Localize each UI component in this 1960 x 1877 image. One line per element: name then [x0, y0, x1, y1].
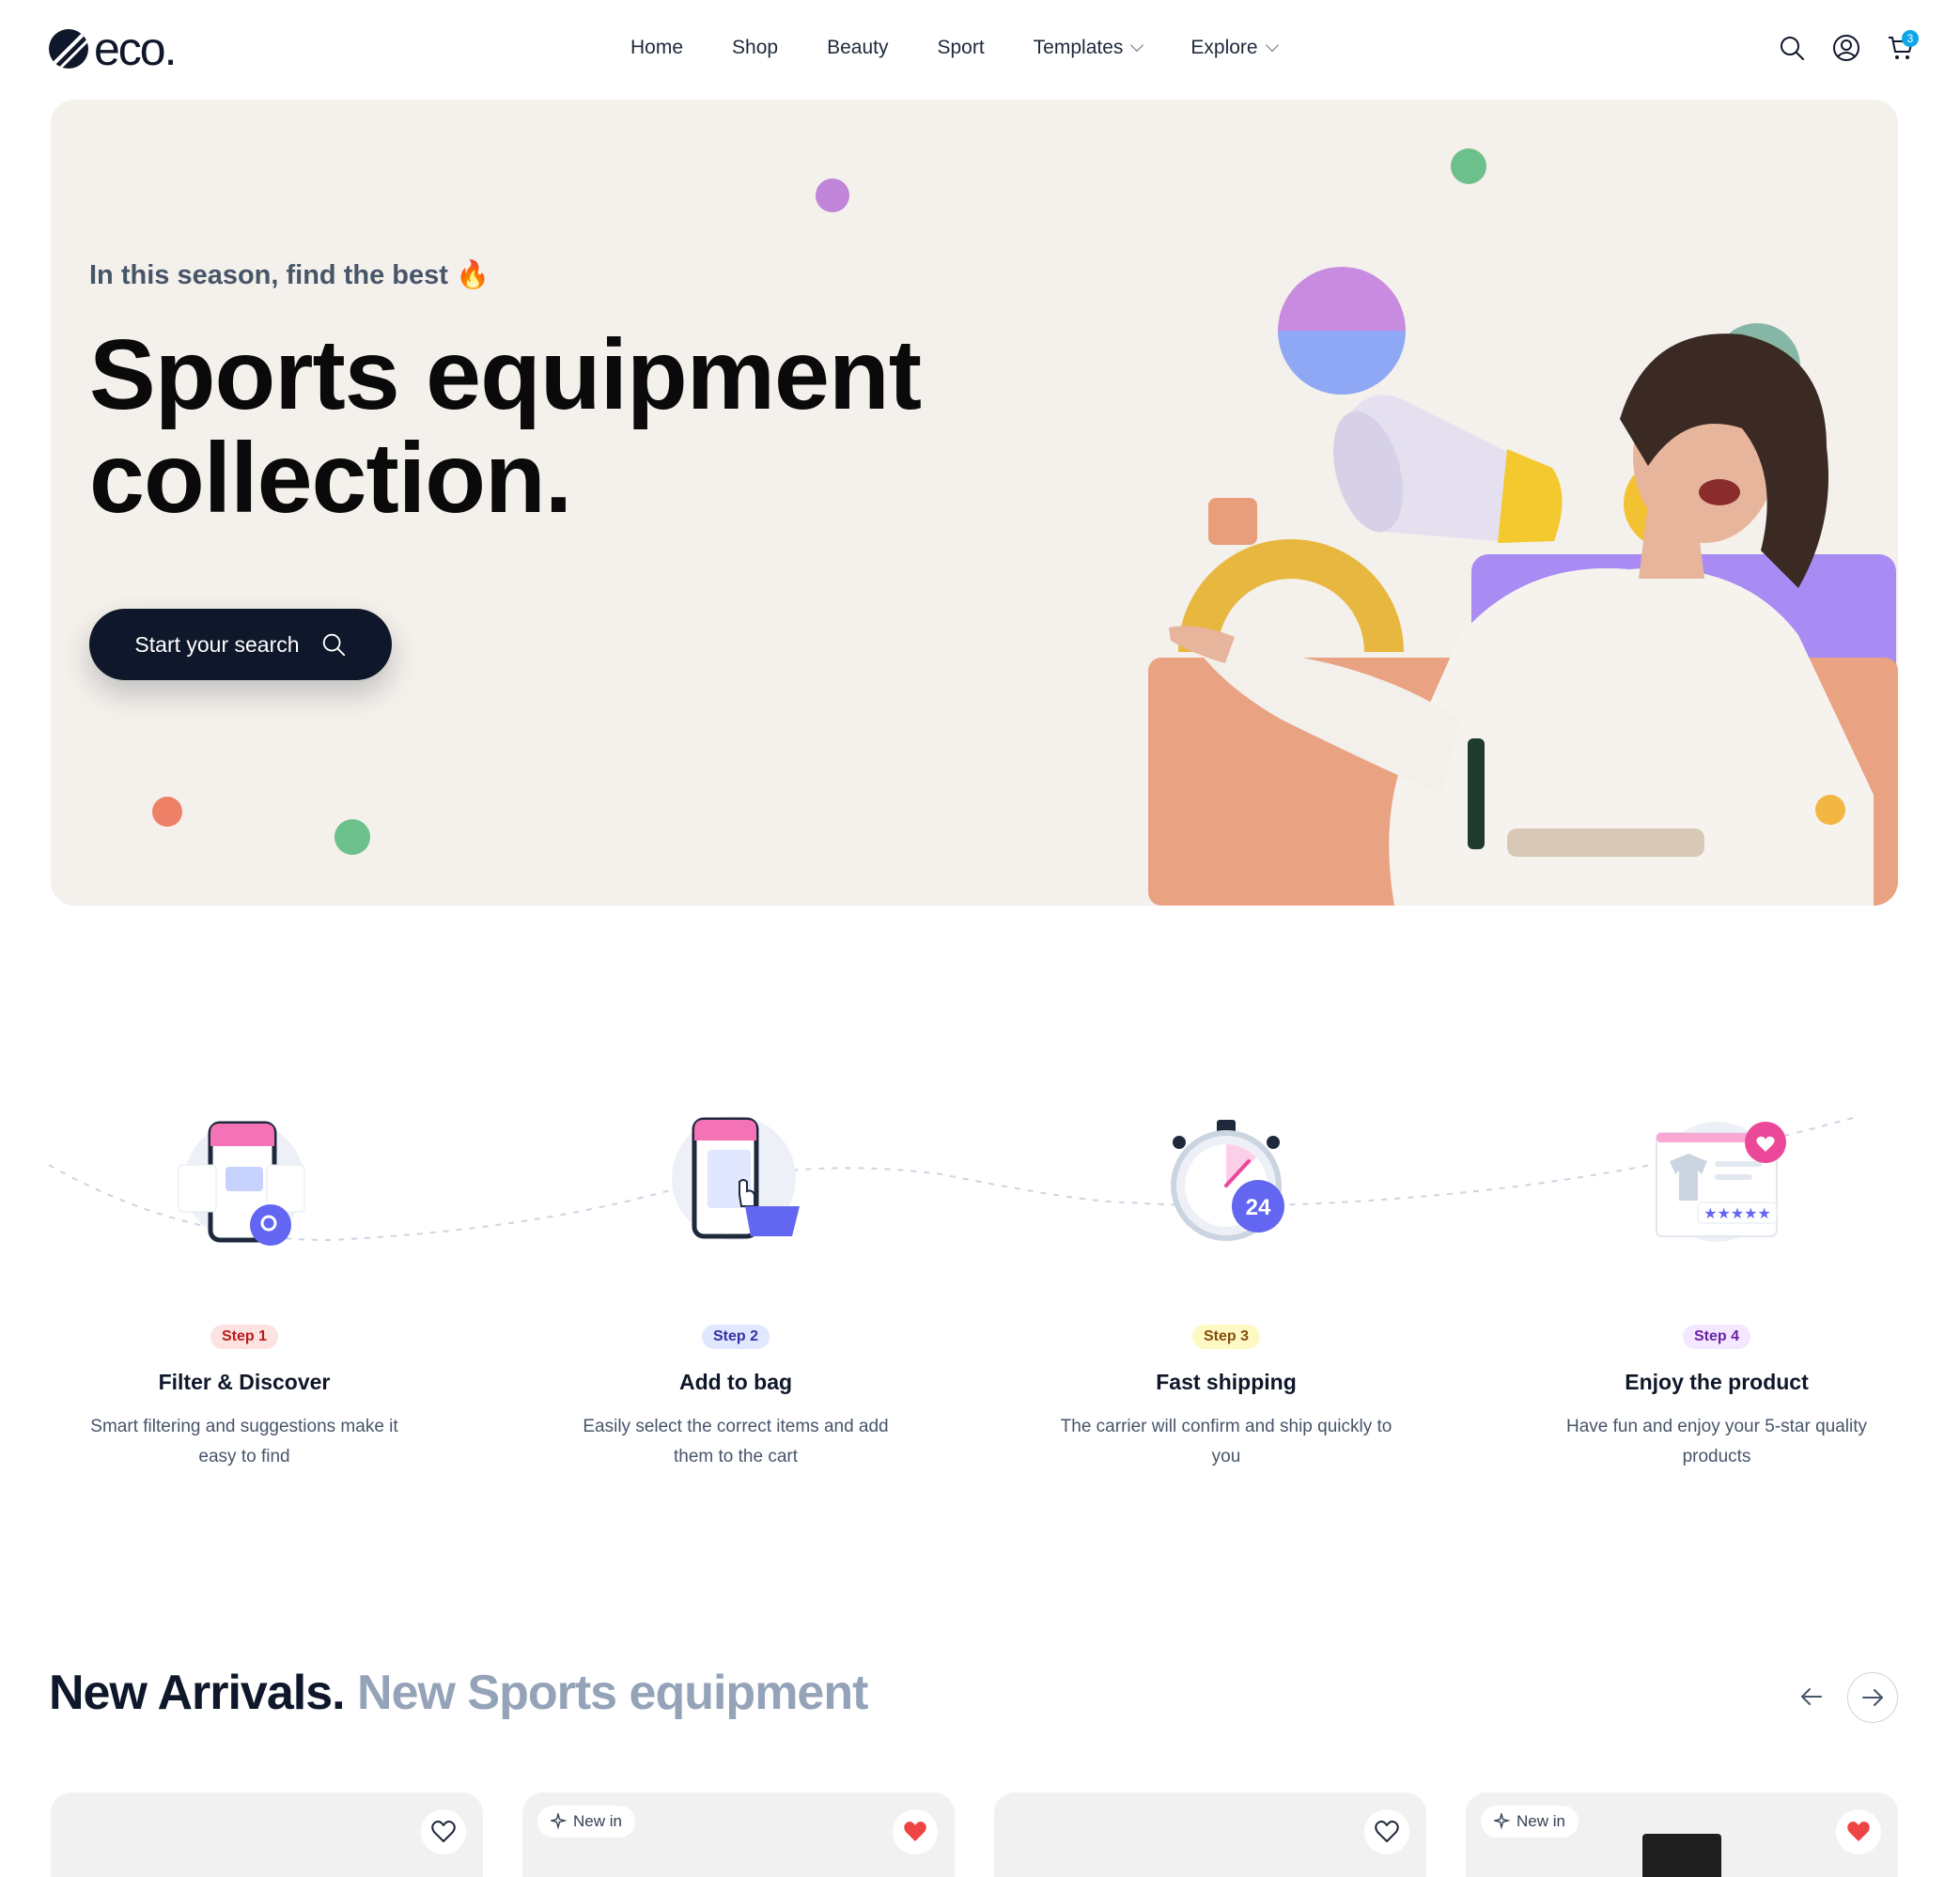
cta-label: Start your search	[134, 631, 300, 657]
decor-dot	[334, 819, 370, 855]
heading-bold: New Arrivals.	[49, 1666, 346, 1720]
hero-title-line: collection.	[89, 423, 572, 534]
step-title: Add to bag	[678, 1370, 793, 1394]
step-badge: Step 3	[1191, 1325, 1260, 1349]
new-in-badge: New in	[537, 1806, 635, 1838]
filter-discover-illustration	[169, 1109, 319, 1259]
main-nav: Home Shop Beauty Sport Templates Explore	[606, 28, 1301, 68]
header-actions: 3	[1772, 28, 1960, 68]
decor-dot	[152, 797, 182, 827]
hero-title-line: Sports equipment	[89, 319, 922, 430]
arrow-left-icon	[1801, 1688, 1822, 1705]
step-description-line: them to the cart	[673, 1447, 798, 1466]
nav-label: Home	[630, 37, 684, 58]
step-card: ★★★★★ Step 4 Enjoy the product Have fun …	[1519, 1099, 1914, 1472]
decor-dot	[1451, 148, 1486, 184]
decor-dot	[816, 178, 849, 212]
cart-button[interactable]: 3	[1881, 28, 1921, 68]
chevron-down-icon	[1130, 38, 1144, 53]
nav-label: Beauty	[827, 37, 889, 58]
hero-title: Sports equipment collection.	[89, 319, 922, 534]
step-description: The carrier will confirm and ship quickl…	[1029, 1412, 1423, 1472]
wishlist-button[interactable]	[421, 1809, 466, 1854]
heart-outline-icon	[431, 1821, 456, 1842]
badge-label: New in	[1517, 1812, 1565, 1830]
wishlist-button[interactable]	[1836, 1809, 1881, 1854]
new-arrivals-heading: New Arrivals. New Sports equipment	[49, 1665, 868, 1721]
nav-label: Shop	[732, 37, 779, 58]
add-to-bag-illustration	[661, 1109, 811, 1259]
step-description-line: easy to find	[198, 1447, 290, 1466]
step-description-line: Have fun and enjoy your 5-star quality	[1565, 1417, 1867, 1436]
step-description-line: Easily select the correct items and add	[583, 1417, 889, 1436]
nav-explore[interactable]: Explore	[1166, 28, 1300, 68]
step-card: Step 1 Filter & Discover Smart filtering…	[47, 1099, 442, 1472]
svg-text:★★★★★: ★★★★★	[1703, 1204, 1771, 1222]
product-card[interactable]	[51, 1792, 483, 1877]
carousel-next-button[interactable]	[1847, 1672, 1898, 1723]
step-description-line: products	[1682, 1447, 1751, 1466]
heart-outline-icon	[1375, 1821, 1399, 1842]
account-icon	[1833, 35, 1859, 61]
step-title: Filter & Discover	[158, 1370, 331, 1394]
nav-templates[interactable]: Templates	[1009, 28, 1167, 68]
hero-subtitle: In this season, find the best 🔥	[89, 260, 490, 290]
step-description-line: The carrier will confirm and ship quickl…	[1060, 1417, 1392, 1436]
hero-illustration	[1148, 267, 1898, 906]
logo-text: eco.	[94, 23, 178, 75]
product-image	[1642, 1834, 1721, 1877]
wishlist-button[interactable]	[893, 1809, 938, 1854]
search-button[interactable]	[1772, 28, 1812, 68]
step-title: Enjoy the product	[1625, 1370, 1809, 1394]
logo[interactable]: eco.	[49, 23, 178, 75]
step-card: 24 Step 3 Fast shipping The carrier will…	[1029, 1099, 1423, 1472]
step-badge: Step 4	[1682, 1325, 1750, 1349]
step-title: Fast shipping	[1156, 1370, 1297, 1394]
nav-label: Sport	[937, 37, 985, 58]
product-card[interactable]	[994, 1792, 1426, 1877]
step-description: Smart filtering and suggestions make it …	[47, 1412, 442, 1472]
nav-label: Explore	[1190, 37, 1258, 58]
nav-beauty[interactable]: Beauty	[802, 28, 912, 68]
nav-home[interactable]: Home	[606, 28, 708, 68]
step-description: Have fun and enjoy your 5-star quality p…	[1519, 1412, 1914, 1472]
hero-banner: In this season, find the best 🔥 Sports e…	[51, 100, 1898, 906]
fast-shipping-illustration: 24	[1151, 1109, 1301, 1259]
sparkle-icon	[1494, 1813, 1511, 1830]
svg-text:24: 24	[1246, 1195, 1271, 1220]
step-badge: Step 1	[210, 1325, 278, 1349]
logo-mark-icon	[49, 29, 88, 69]
start-search-button[interactable]: Start your search	[89, 609, 392, 680]
nav-shop[interactable]: Shop	[708, 28, 802, 68]
step-description-line: Smart filtering and suggestions make it	[90, 1417, 398, 1436]
badge-label: New in	[573, 1812, 622, 1830]
search-icon	[1781, 37, 1804, 60]
account-button[interactable]	[1827, 28, 1866, 68]
carousel-prev-button[interactable]	[1787, 1672, 1836, 1721]
step-description: Easily select the correct items and add …	[538, 1412, 933, 1472]
cart-count-badge: 3	[1902, 30, 1919, 47]
search-icon	[322, 633, 345, 657]
product-card[interactable]: New in	[1466, 1792, 1898, 1877]
wishlist-button[interactable]	[1364, 1809, 1409, 1854]
heading-muted: New Sports equipment	[357, 1666, 868, 1720]
step-description-line: you	[1211, 1447, 1241, 1466]
heart-filled-icon	[904, 1822, 926, 1841]
nav-label: Templates	[1033, 37, 1124, 58]
nav-sport[interactable]: Sport	[912, 28, 1008, 68]
arrow-right-icon	[1862, 1689, 1883, 1706]
sparkle-icon	[551, 1813, 568, 1830]
step-card: Step 2 Add to bag Easily select the corr…	[538, 1099, 933, 1472]
new-in-badge: New in	[1481, 1806, 1579, 1838]
heart-filled-icon	[1847, 1822, 1870, 1841]
step-badge: Step 2	[701, 1325, 770, 1349]
product-card[interactable]: New in	[522, 1792, 955, 1877]
site-header: eco. Home Shop Beauty Sport Templates Ex…	[0, 0, 1960, 98]
chevron-down-icon	[1265, 38, 1279, 53]
enjoy-product-illustration: ★★★★★	[1641, 1109, 1792, 1259]
